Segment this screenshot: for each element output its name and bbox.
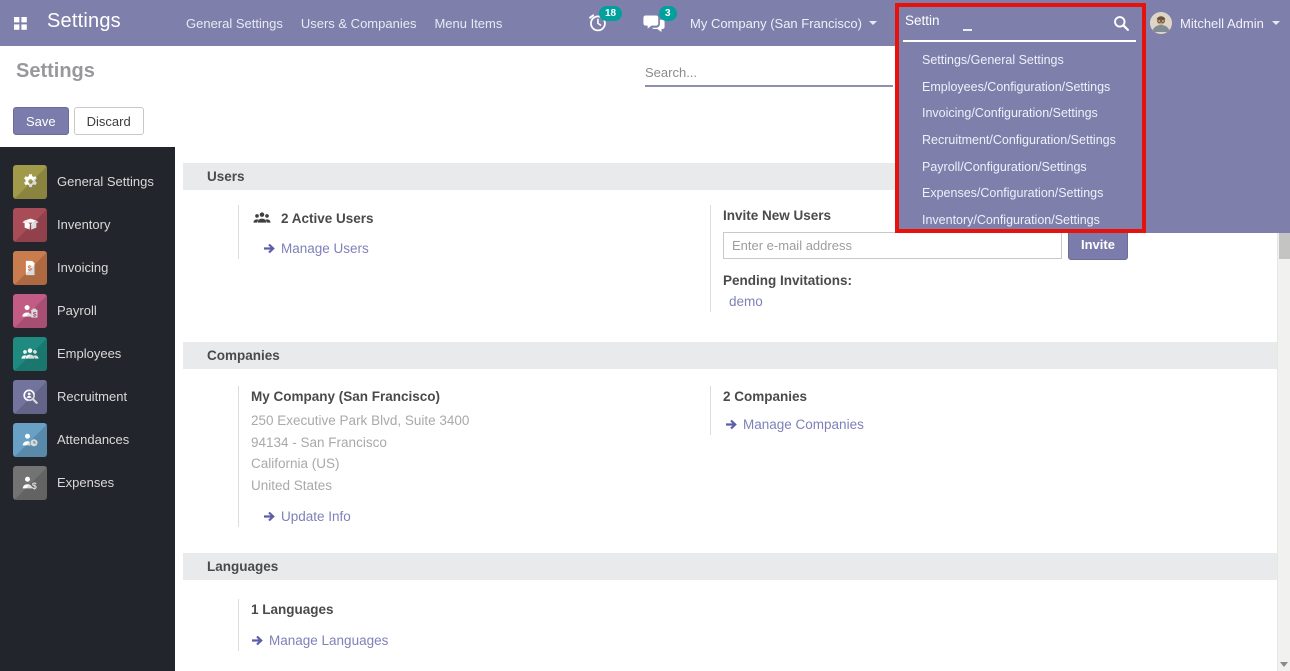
pending-user-link[interactable]: demo xyxy=(729,294,1128,309)
active-users-box: 2 Active Users Manage Users xyxy=(238,205,710,259)
svg-text:$: $ xyxy=(28,263,33,272)
address-line: California (US) xyxy=(251,453,710,475)
apps-grid-icon[interactable] xyxy=(14,17,27,30)
navbar-menu-users-companies[interactable]: Users & Companies xyxy=(301,16,417,31)
pending-invitations-label: Pending Invitations: xyxy=(723,273,1128,288)
menu-search-highlight-frame: Settings/General SettingsEmployees/Confi… xyxy=(895,3,1146,233)
menu-search-input[interactable] xyxy=(905,13,1065,28)
address-line: 250 Executive Park Blvd, Suite 3400 xyxy=(251,410,710,432)
sidebar-item-expenses[interactable]: $ Expenses xyxy=(0,461,175,504)
navbar-menu-menu-items[interactable]: Menu Items xyxy=(434,16,502,31)
payroll-icon: $ xyxy=(13,294,47,328)
chevron-down-icon xyxy=(869,21,877,25)
users-group-icon xyxy=(251,208,273,228)
form-buttons: Save Discard xyxy=(13,107,144,135)
active-users-count: 2 Active Users xyxy=(281,211,374,226)
box-icon xyxy=(13,208,47,242)
invoice-icon: $ xyxy=(13,251,47,285)
employees-icon xyxy=(13,337,47,371)
sidebar-item-label: Attendances xyxy=(57,432,129,447)
sidebar-item-employees[interactable]: Employees xyxy=(0,332,175,375)
sidebar-item-label: Expenses xyxy=(57,475,114,490)
settings-sidebar: General Settings Inventory $ Invoicing $ Payr… xyxy=(0,147,175,671)
languages-left-col: 1 Languages Manage Languages xyxy=(238,599,710,651)
sidebar-item-attendances[interactable]: Attendances xyxy=(0,418,175,461)
languages-count: 1 Languages xyxy=(251,602,710,617)
company-switcher-label: My Company (San Francisco) xyxy=(690,16,862,31)
arrow-right-icon xyxy=(263,243,276,254)
section-header-companies: Companies xyxy=(183,342,1277,369)
save-button[interactable]: Save xyxy=(13,107,69,135)
sidebar-item-general-settings[interactable]: General Settings xyxy=(0,160,175,203)
users-left-col: 2 Active Users Manage Users xyxy=(238,205,710,312)
companies-left-col: My Company (San Francisco) 250 Executive… xyxy=(238,386,710,527)
sidebar-item-label: Payroll xyxy=(57,303,97,318)
search-result-item[interactable]: Expenses/Configuration/Settings xyxy=(899,180,1142,207)
user-name: Mitchell Admin xyxy=(1180,16,1264,31)
sidebar-item-label: Employees xyxy=(57,346,121,361)
sidebar-item-label: General Settings xyxy=(57,174,154,189)
search-icon[interactable] xyxy=(1113,15,1130,32)
settings-search xyxy=(645,60,893,87)
search-result-item[interactable]: Inventory/Configuration/Settings xyxy=(899,207,1142,234)
sidebar-item-invoicing[interactable]: $ Invoicing xyxy=(0,246,175,289)
svg-text:$: $ xyxy=(33,311,37,318)
activities-badge: 18 xyxy=(599,6,622,21)
recruitment-icon xyxy=(13,380,47,414)
text-cursor xyxy=(963,29,972,31)
chevron-down-icon xyxy=(1272,21,1280,25)
company-name: My Company (San Francisco) xyxy=(251,389,710,404)
scrollbar-down-arrow-icon[interactable] xyxy=(1280,662,1288,667)
arrow-right-icon xyxy=(263,511,276,522)
companies-count: 2 Companies xyxy=(723,389,864,404)
address-line: 94134 - San Francisco xyxy=(251,432,710,454)
search-result-item[interactable]: Payroll/Configuration/Settings xyxy=(899,154,1142,181)
sidebar-item-label: Inventory xyxy=(57,217,110,232)
company-switcher[interactable]: My Company (San Francisco) xyxy=(690,0,877,46)
user-menu[interactable]: Mitchell Admin xyxy=(1150,0,1280,46)
update-info-link[interactable]: Update Info xyxy=(263,509,710,524)
search-result-item[interactable]: Recruitment/Configuration/Settings xyxy=(899,127,1142,154)
company-address: 250 Executive Park Blvd, Suite 3400 9413… xyxy=(251,410,710,496)
menu-search-results: Settings/General SettingsEmployees/Confi… xyxy=(899,47,1142,234)
companies-row: My Company (San Francisco) 250 Executive… xyxy=(238,386,1290,527)
sidebar-item-payroll[interactable]: $ Payroll xyxy=(0,289,175,332)
search-underline xyxy=(903,40,1136,42)
navbar-app-title[interactable]: Settings xyxy=(47,10,121,33)
navbar-menu-general-settings[interactable]: General Settings xyxy=(186,16,283,31)
gear-icon xyxy=(13,165,47,199)
search-result-item[interactable]: Invoicing/Configuration/Settings xyxy=(899,100,1142,127)
navbar-menus: General Settings Users & Companies Menu It… xyxy=(186,0,502,46)
arrow-right-icon xyxy=(251,635,264,646)
sidebar-item-label: Invoicing xyxy=(57,260,108,275)
sidebar-item-recruitment[interactable]: Recruitment xyxy=(0,375,175,418)
sidebar-item-label: Recruitment xyxy=(57,389,127,404)
search-result-item[interactable]: Settings/General Settings xyxy=(899,47,1142,74)
company-info-box: My Company (San Francisco) 250 Executive… xyxy=(238,386,710,527)
address-line: United States xyxy=(251,475,710,497)
search-result-item[interactable]: Employees/Configuration/Settings xyxy=(899,74,1142,101)
manage-users-link[interactable]: Manage Users xyxy=(263,241,710,256)
discard-button[interactable]: Discard xyxy=(74,107,144,135)
page-title: Settings xyxy=(16,60,95,83)
svg-text:$: $ xyxy=(32,481,37,491)
settings-search-input[interactable] xyxy=(645,60,893,87)
companies-count-box: 2 Companies Manage Companies xyxy=(710,386,864,435)
invite-email-input[interactable] xyxy=(723,232,1062,259)
messages-badge: 3 xyxy=(659,6,677,21)
manage-companies-link[interactable]: Manage Companies xyxy=(725,417,864,432)
languages-row: 1 Languages Manage Languages xyxy=(238,599,1290,651)
arrow-right-icon xyxy=(725,419,738,430)
section-header-languages: Languages xyxy=(183,553,1277,580)
companies-right-col: 2 Companies Manage Companies xyxy=(710,386,864,527)
attendance-icon xyxy=(13,423,47,457)
scrollbar-thumb[interactable] xyxy=(1279,233,1290,259)
expenses-icon: $ xyxy=(13,466,47,500)
manage-languages-link[interactable]: Manage Languages xyxy=(251,633,710,648)
user-avatar xyxy=(1150,12,1172,34)
sidebar-item-inventory[interactable]: Inventory xyxy=(0,203,175,246)
languages-box: 1 Languages Manage Languages xyxy=(238,599,710,651)
